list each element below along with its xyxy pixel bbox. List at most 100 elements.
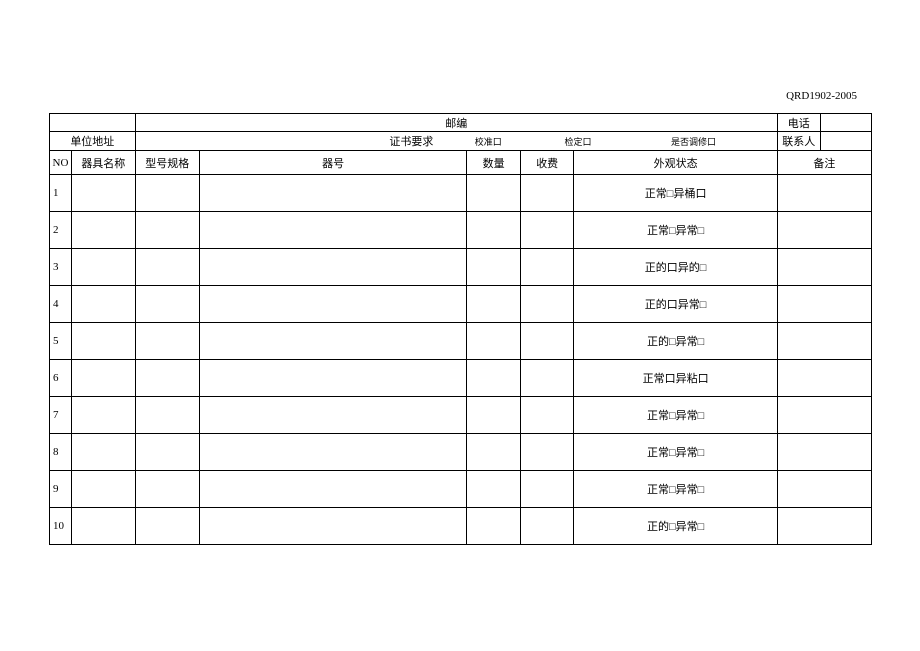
cell-qty[interactable]: [467, 397, 521, 434]
cert-opt-verification[interactable]: 检定口: [533, 135, 623, 148]
col-name: 器具名称: [72, 151, 135, 174]
cell-fee[interactable]: [520, 508, 574, 545]
cell-appearance[interactable]: 正常□异常□: [574, 397, 777, 434]
cell-qty[interactable]: [467, 175, 521, 212]
cell-qty[interactable]: [467, 471, 521, 508]
cell-qty[interactable]: [467, 212, 521, 249]
cell-qty[interactable]: [467, 286, 521, 323]
cell-no: 5: [50, 323, 72, 359]
cell-appearance[interactable]: 正常口异粘口: [574, 360, 777, 397]
cell-fee[interactable]: [520, 212, 574, 249]
postcode-label: 邮编: [135, 114, 777, 132]
cell-model[interactable]: [135, 249, 199, 286]
cell-model[interactable]: [135, 323, 199, 360]
cell-remark[interactable]: [777, 360, 871, 397]
cell-model[interactable]: [135, 434, 199, 471]
phone-value[interactable]: [820, 114, 871, 132]
col-fee: 收费: [520, 151, 574, 175]
cert-req-label: 证书要求: [136, 133, 444, 149]
cell-serial[interactable]: [199, 249, 467, 286]
cell-name[interactable]: [72, 175, 135, 211]
cell-no: 3: [50, 249, 72, 285]
cell-appearance[interactable]: 正常□异常□: [574, 471, 777, 508]
cell-model[interactable]: [135, 508, 199, 545]
cell-appearance[interactable]: 正的□异常□: [574, 508, 777, 545]
cell-name[interactable]: [72, 508, 135, 544]
cell-appearance[interactable]: 正的口异常□: [574, 286, 777, 323]
cell-appearance[interactable]: 正的□异常□: [574, 323, 777, 360]
cell-qty[interactable]: [467, 434, 521, 471]
cell-qty[interactable]: [467, 508, 521, 545]
cell-serial[interactable]: [199, 508, 467, 545]
cell-appearance[interactable]: 正的口异的□: [574, 249, 777, 286]
cert-opt-calibration[interactable]: 校准口: [443, 135, 533, 148]
cell-name[interactable]: [72, 286, 135, 322]
cell-model[interactable]: [135, 212, 199, 249]
cell-name[interactable]: [72, 212, 135, 248]
cell-name[interactable]: [72, 249, 135, 285]
cell-no: 2: [50, 212, 72, 248]
cell-serial[interactable]: [199, 471, 467, 508]
cert-opt-adjustment[interactable]: 是否调修口: [623, 135, 764, 148]
cert-req-cell: 证书要求 校准口 检定口 是否调修口: [135, 132, 777, 151]
cell-fee[interactable]: [520, 397, 574, 434]
empty-cell: [50, 114, 136, 132]
col-qty: 数量: [467, 151, 521, 175]
cell-serial[interactable]: [199, 175, 467, 212]
cell-remark[interactable]: [777, 175, 871, 212]
cell-fee[interactable]: [520, 286, 574, 323]
cell-remark[interactable]: [777, 286, 871, 323]
address-label: 单位地址: [50, 132, 136, 151]
cell-appearance[interactable]: 正常□异常□: [574, 434, 777, 471]
cell-serial[interactable]: [199, 434, 467, 471]
col-serial: 器号: [199, 151, 467, 175]
cell-remark[interactable]: [777, 397, 871, 434]
cell-no: 6: [50, 360, 72, 396]
cell-fee[interactable]: [520, 471, 574, 508]
cell-remark[interactable]: [777, 434, 871, 471]
cell-fee[interactable]: [520, 249, 574, 286]
cell-no: 9: [50, 471, 72, 507]
col-no-name: NO 器具名称: [50, 151, 136, 175]
cell-fee[interactable]: [520, 360, 574, 397]
col-remark: 备注: [777, 151, 871, 175]
cell-remark[interactable]: [777, 323, 871, 360]
cell-name[interactable]: [72, 360, 135, 396]
cell-qty[interactable]: [467, 249, 521, 286]
cell-qty[interactable]: [467, 360, 521, 397]
cell-name[interactable]: [72, 397, 135, 433]
cell-name[interactable]: [72, 434, 135, 470]
cell-qty[interactable]: [467, 323, 521, 360]
cell-no-name: 1: [50, 175, 136, 212]
cell-model[interactable]: [135, 286, 199, 323]
cell-no: 8: [50, 434, 72, 470]
cell-no: 10: [50, 508, 72, 544]
cell-remark[interactable]: [777, 471, 871, 508]
cell-fee[interactable]: [520, 434, 574, 471]
cell-fee[interactable]: [520, 323, 574, 360]
cell-no: 4: [50, 286, 72, 322]
cell-appearance[interactable]: 正常□异桶口: [574, 175, 777, 212]
cell-model[interactable]: [135, 471, 199, 508]
cell-serial[interactable]: [199, 360, 467, 397]
phone-label: 电话: [777, 114, 820, 132]
cell-fee[interactable]: [520, 175, 574, 212]
cell-appearance[interactable]: 正常□异常□: [574, 212, 777, 249]
form-table: 邮编 电话 单位地址 证书要求 校准口 检定口 是否调修口 联系人 NO 器具名…: [49, 113, 872, 545]
contact-label: 联系人: [777, 132, 820, 151]
contact-value[interactable]: [820, 132, 871, 151]
cell-model[interactable]: [135, 397, 199, 434]
cell-serial[interactable]: [199, 286, 467, 323]
cell-remark[interactable]: [777, 249, 871, 286]
document-code: QRD1902-2005: [786, 90, 857, 102]
cell-remark[interactable]: [777, 212, 871, 249]
cell-name[interactable]: [72, 323, 135, 359]
cell-serial[interactable]: [199, 397, 467, 434]
col-appearance: 外观状态: [574, 151, 777, 175]
cell-name[interactable]: [72, 471, 135, 507]
cell-model[interactable]: [135, 360, 199, 397]
cell-remark[interactable]: [777, 508, 871, 545]
cell-serial[interactable]: [199, 323, 467, 360]
cell-model[interactable]: [135, 175, 199, 212]
cell-serial[interactable]: [199, 212, 467, 249]
